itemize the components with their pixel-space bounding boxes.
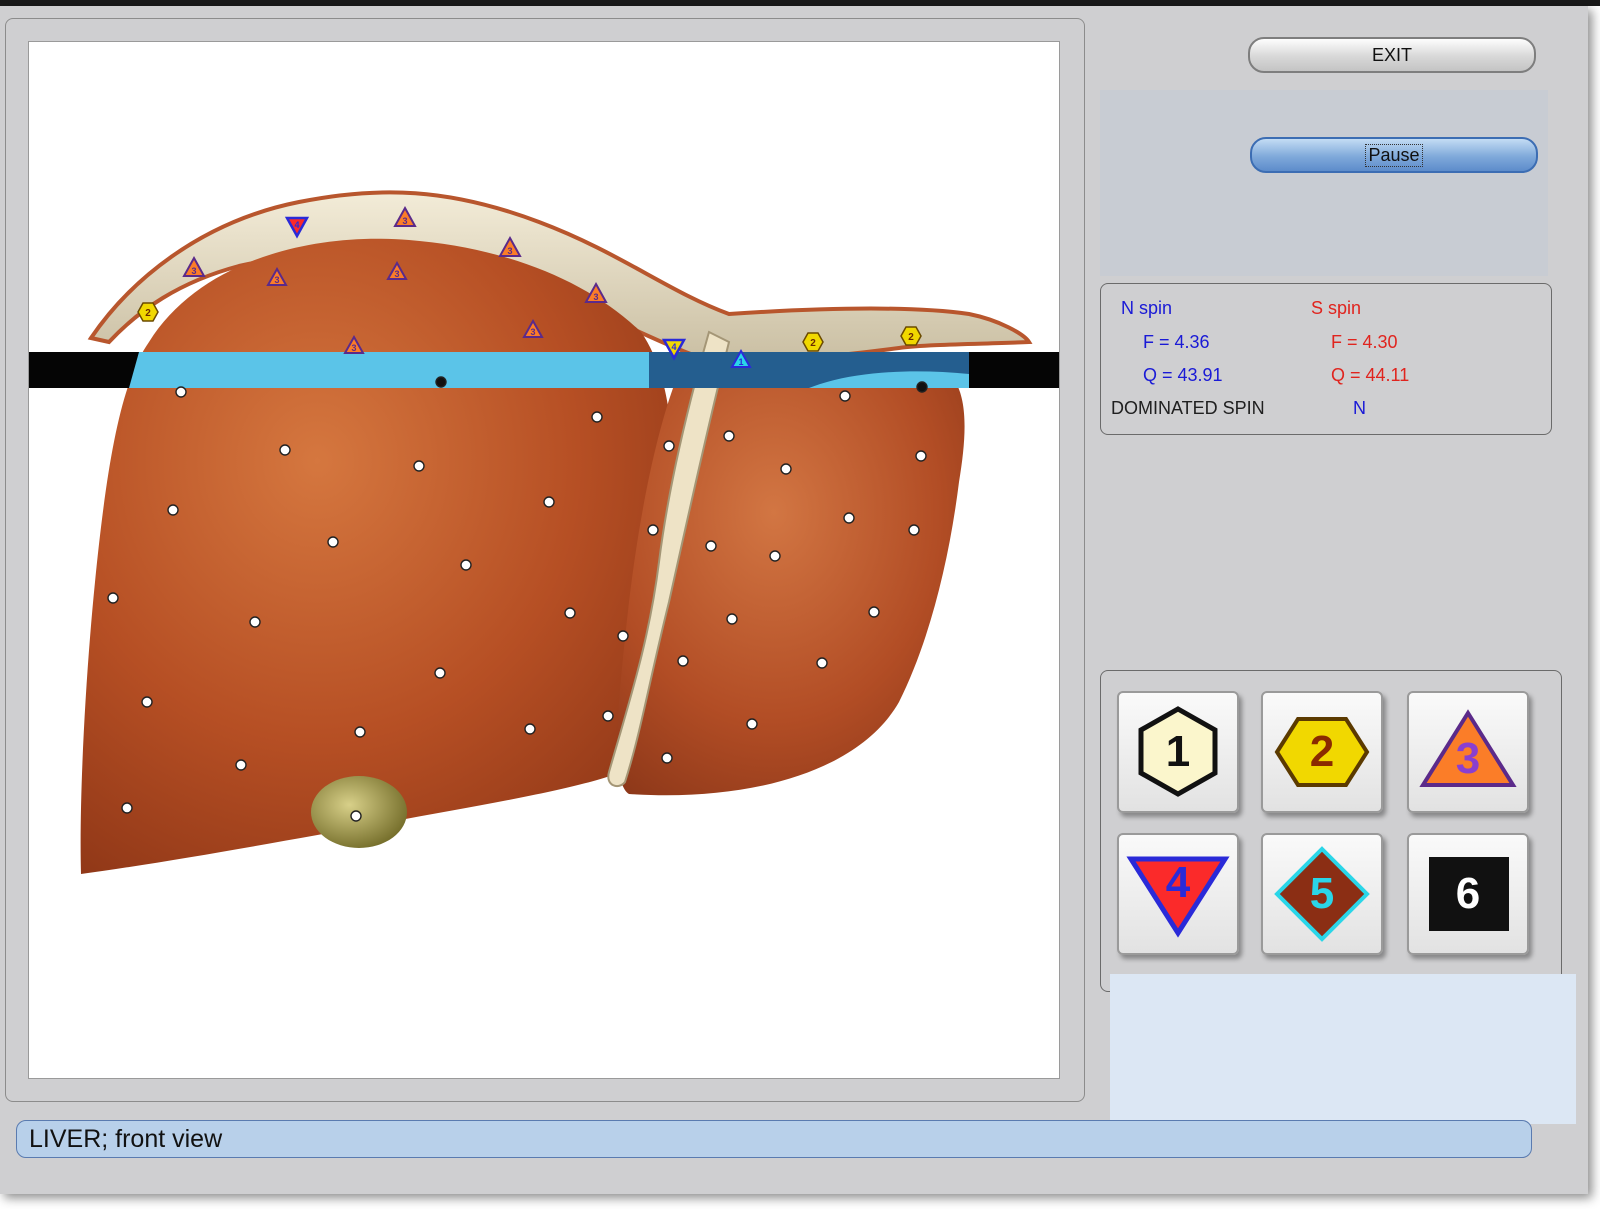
exit-button[interactable]: EXIT <box>1248 37 1536 73</box>
svg-text:1: 1 <box>738 357 743 367</box>
shape-button-1[interactable]: 1 <box>1117 691 1239 813</box>
app-window: 3 3 3 3 3 3 3 3 1 2 2 2 4 4 EXIT Pause N… <box>0 6 1588 1194</box>
n-spin-q: Q = 43.91 <box>1143 365 1223 385</box>
lower-right-fill <box>1110 974 1576 1124</box>
svg-text:3: 3 <box>402 216 407 226</box>
svg-text:2: 2 <box>908 332 914 343</box>
status-text: LIVER; front view <box>29 1124 223 1153</box>
shape-button-2-label: 2 <box>1309 727 1335 776</box>
svg-text:3: 3 <box>394 269 399 279</box>
svg-text:2: 2 <box>810 338 816 349</box>
liver-illustration: 3 3 3 3 3 3 3 3 1 2 2 2 4 4 <box>29 190 1059 874</box>
s-spin-q: Q = 44.11 <box>1331 365 1410 385</box>
shape-button-2[interactable]: 2 <box>1261 691 1383 813</box>
svg-text:4: 4 <box>671 342 676 352</box>
n-spin-f: F = 4.36 <box>1143 332 1210 352</box>
image-viewer-frame: 3 3 3 3 3 3 3 3 1 2 2 2 4 4 <box>5 18 1085 1102</box>
s-spin-f: F = 4.30 <box>1331 332 1398 352</box>
svg-text:3: 3 <box>351 343 356 353</box>
scan-line-blue <box>129 352 649 388</box>
shape-button-6-label: 6 <box>1455 869 1481 918</box>
svg-text:4: 4 <box>294 220 299 230</box>
shape-button-1-label: 1 <box>1165 727 1191 776</box>
shape-button-4-label: 4 <box>1165 858 1191 907</box>
svg-text:3: 3 <box>593 292 598 302</box>
shape-button-5-label: 5 <box>1309 869 1335 918</box>
marker-shape-panel: 1 2 3 4 5 6 <box>1100 670 1562 992</box>
pause-button[interactable]: Pause <box>1250 137 1538 173</box>
status-bar: LIVER; front view <box>16 1120 1532 1158</box>
pause-button-label: Pause <box>1365 143 1423 167</box>
shape-button-6[interactable]: 6 <box>1407 833 1529 955</box>
shape-button-5[interactable]: 5 <box>1261 833 1383 955</box>
svg-text:3: 3 <box>274 275 279 285</box>
svg-text:3: 3 <box>530 327 535 337</box>
anatomy-viewer[interactable]: 3 3 3 3 3 3 3 3 1 2 2 2 4 4 <box>28 41 1060 1079</box>
shape-button-3-label: 3 <box>1455 734 1481 783</box>
dominated-spin-label: DOMINATED SPIN <box>1111 398 1265 418</box>
svg-text:3: 3 <box>191 266 196 276</box>
svg-text:3: 3 <box>507 246 512 256</box>
dominated-spin-value: N <box>1353 398 1366 418</box>
svg-text:2: 2 <box>145 308 151 319</box>
s-spin-title: S spin <box>1311 298 1362 318</box>
spin-info-panel: N spin S spin F = 4.36 F = 4.30 Q = 43.9… <box>1100 283 1552 435</box>
shape-button-3[interactable]: 3 <box>1407 691 1529 813</box>
shape-button-4[interactable]: 4 <box>1117 833 1239 955</box>
n-spin-title: N spin <box>1121 298 1173 318</box>
control-band <box>1100 90 1548 276</box>
